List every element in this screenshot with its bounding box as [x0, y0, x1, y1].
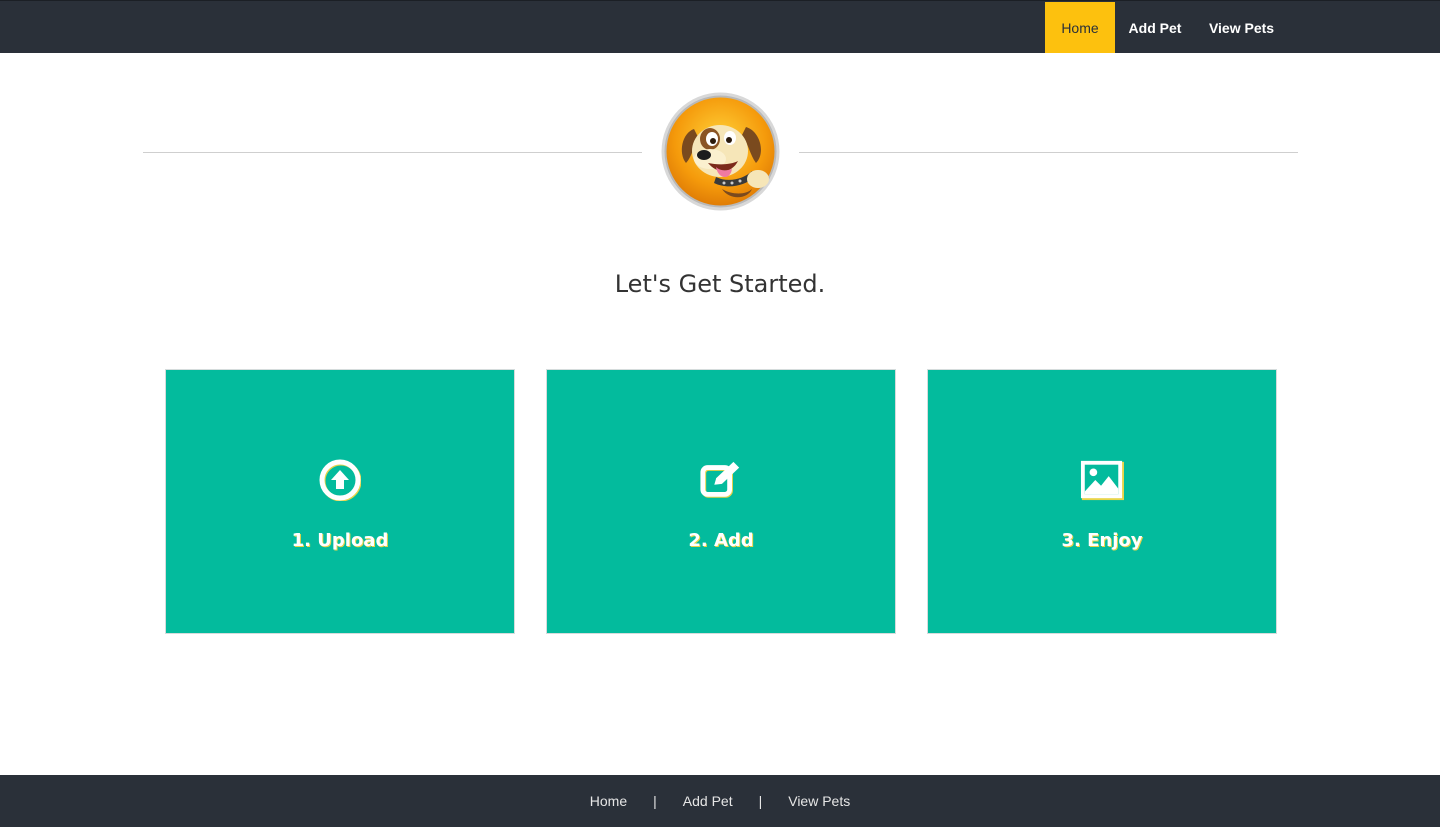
card-add-label: 2. Add: [688, 530, 754, 551]
footer-separator: |: [653, 793, 657, 809]
top-nav-menu: Home Add Pet View Pets: [1045, 2, 1288, 53]
nav-home-link[interactable]: Home: [1045, 2, 1115, 53]
footer-add-pet-link[interactable]: Add Pet: [683, 793, 733, 809]
card-enjoy-label: 3. Enjoy: [1061, 530, 1143, 551]
nav-view-pets-link[interactable]: View Pets: [1195, 2, 1288, 53]
card-enjoy[interactable]: 3. Enjoy: [927, 369, 1277, 634]
top-navbar: Home Add Pet View Pets: [0, 0, 1440, 53]
footer: Home | Add Pet | View Pets: [0, 775, 1440, 827]
steps-cards: 1. Upload 2. Add 3. Enjoy: [165, 369, 1277, 634]
hero-divider-left: [143, 152, 642, 153]
footer-home-link[interactable]: Home: [590, 793, 627, 809]
hero-divider-right: [799, 152, 1298, 153]
card-upload[interactable]: 1. Upload: [165, 369, 515, 634]
upload-circle-icon: [318, 458, 362, 502]
footer-separator: |: [758, 793, 763, 809]
card-add[interactable]: 2. Add: [546, 369, 896, 634]
nav-add-pet-link[interactable]: Add Pet: [1115, 2, 1195, 53]
image-icon: [1080, 458, 1124, 502]
dog-mascot-logo: [661, 92, 780, 211]
card-upload-label: 1. Upload: [291, 530, 389, 551]
page-headline: Let's Get Started.: [614, 270, 826, 298]
page: Home Add Pet View Pets Let's Get Started…: [0, 0, 1440, 827]
footer-view-pets-link[interactable]: View Pets: [788, 793, 850, 809]
edit-square-icon: [699, 458, 743, 502]
